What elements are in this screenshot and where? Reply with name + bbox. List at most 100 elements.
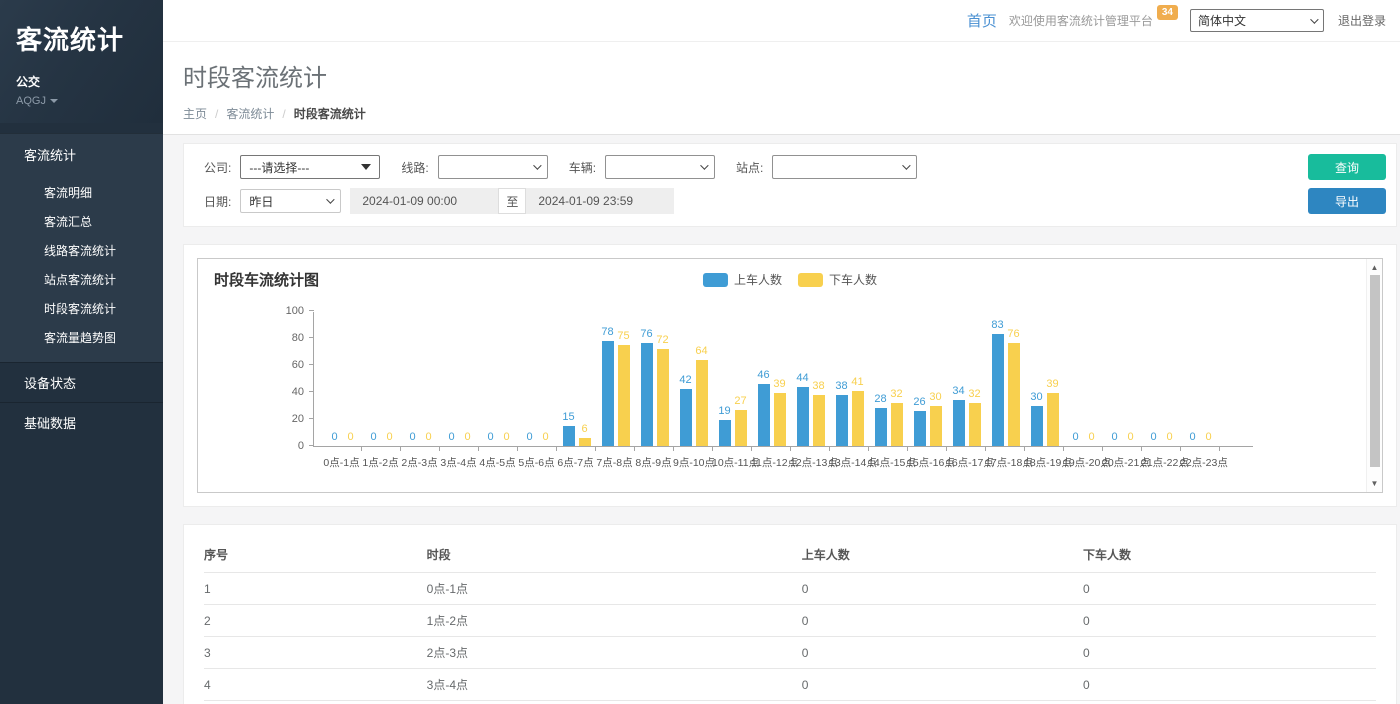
bar-group-7点-8点: 7875 xyxy=(596,312,635,446)
bar-value-label: 0 xyxy=(1205,431,1211,443)
bar-group-19点-20点: 00 xyxy=(1064,312,1103,446)
bar-group-9点-10点: 4264 xyxy=(674,312,713,446)
company-select[interactable]: ---请选择--- xyxy=(240,155,380,179)
chart-x-axis: 0点-1点1点-2点2点-3点3点-4点4点-5点5点-6点6点-7点7点-8点… xyxy=(313,448,1253,470)
scrollbar-thumb[interactable] xyxy=(1370,275,1380,467)
bar-value-label: 0 xyxy=(331,431,337,443)
bar-group-15点-16点: 2630 xyxy=(908,312,947,446)
sidebar-subitem-线路客流统计[interactable]: 线路客流统计 xyxy=(0,236,163,265)
logout-link[interactable]: 退出登录 xyxy=(1338,12,1386,29)
table-cell: 2点-3点 xyxy=(427,637,802,669)
y-axis-tick-label: 0 xyxy=(272,440,304,452)
bar-下车人数: 32 xyxy=(891,403,903,446)
bar-value-label: 41 xyxy=(851,376,863,388)
y-axis-tick-mark xyxy=(309,391,314,392)
breadcrumb-separator: / xyxy=(215,107,218,121)
bar-value-label: 78 xyxy=(601,326,613,338)
bar-group-13点-14点: 3841 xyxy=(830,312,869,446)
language-select[interactable]: 简体中文 xyxy=(1190,9,1324,32)
sidebar-item-基础数据[interactable]: 基础数据 xyxy=(0,402,163,442)
y-axis-tick-label: 100 xyxy=(272,305,304,317)
table-cell: 0 xyxy=(1083,701,1376,704)
bar-value-label: 15 xyxy=(562,411,574,423)
chart-scrollbar: ▲ ▼ xyxy=(1366,259,1382,492)
legend-item-下车人数[interactable]: 下车人数 xyxy=(798,271,877,288)
station-select[interactable] xyxy=(772,155,917,179)
chart-bars: 0000000000001567875767242641927463944383… xyxy=(314,312,1253,446)
x-axis-label: 8点-9点 xyxy=(634,455,673,470)
sidebar-subitem-站点客流统计[interactable]: 站点客流统计 xyxy=(0,265,163,294)
y-axis-tick-mark xyxy=(309,445,314,446)
bar-上车人数: 34 xyxy=(953,400,965,446)
bar-group-14点-15点: 2832 xyxy=(869,312,908,446)
bar-group-11点-12点: 4639 xyxy=(752,312,791,446)
bar-value-label: 0 xyxy=(503,431,509,443)
table-cell: 2 xyxy=(204,605,427,637)
x-axis-label: 4点-5点 xyxy=(478,455,517,470)
date-from-input[interactable]: 2024-01-09 00:00 xyxy=(350,188,498,214)
bar-group-5点-6点: 00 xyxy=(518,312,557,446)
table-cell: 0 xyxy=(1083,605,1376,637)
sidebar-item-设备状态[interactable]: 设备状态 xyxy=(0,362,163,402)
scroll-down-arrow[interactable]: ▼ xyxy=(1367,476,1382,490)
bar-value-label: 39 xyxy=(1046,378,1058,390)
filter-panel: 公司: ---请选择--- 线路: 车辆: 站点: xyxy=(183,143,1397,227)
date-to-separator: 至 xyxy=(498,188,526,214)
chevron-down-icon xyxy=(903,161,911,169)
x-axis-label: 3点-4点 xyxy=(439,455,478,470)
bar-value-label: 76 xyxy=(1007,328,1019,340)
x-axis-label: 7点-8点 xyxy=(595,455,634,470)
x-axis-label: 18点-19点 xyxy=(1024,455,1063,470)
filter-row-2: 日期: 昨日 2024-01-09 00:00 至 2024-01-09 23:… xyxy=(204,188,1296,214)
vehicle-select[interactable] xyxy=(605,155,715,179)
data-table: 序号 时段 上车人数 下车人数 10点-1点0021点-2点0032点-3点00… xyxy=(204,537,1376,704)
date-preset-select[interactable]: 昨日 xyxy=(240,189,341,213)
legend-label: 上车人数 xyxy=(734,271,782,288)
notification-badge[interactable]: 34 xyxy=(1157,5,1178,20)
y-axis-tick-mark xyxy=(309,337,314,338)
bar-下车人数: 32 xyxy=(969,403,981,446)
x-axis-label: 6点-7点 xyxy=(556,455,595,470)
date-to-input[interactable]: 2024-01-09 23:59 xyxy=(526,188,674,214)
scroll-up-arrow[interactable]: ▲ xyxy=(1367,260,1382,274)
table-cell: 0 xyxy=(1083,637,1376,669)
sidebar-subitem-客流明细[interactable]: 客流明细 xyxy=(0,178,163,207)
user-dropdown[interactable]: AQGJ xyxy=(16,95,163,107)
breadcrumb-section[interactable]: 客流统计 xyxy=(226,105,274,122)
bar-value-label: 0 xyxy=(542,431,548,443)
x-axis-label: 1点-2点 xyxy=(361,455,400,470)
line-select[interactable] xyxy=(438,155,548,179)
bar-value-label: 0 xyxy=(1127,431,1133,443)
chevron-down-icon xyxy=(533,161,541,169)
x-axis-label: 20点-21点 xyxy=(1102,455,1141,470)
breadcrumb-home[interactable]: 主页 xyxy=(183,105,207,122)
sidebar-subitem-客流量趋势图[interactable]: 客流量趋势图 xyxy=(0,323,163,352)
table-cell: 4 xyxy=(204,669,427,701)
y-axis-tick-mark xyxy=(309,364,314,365)
sidebar-subitem-客流汇总[interactable]: 客流汇总 xyxy=(0,207,163,236)
home-link[interactable]: 首页 xyxy=(967,10,997,31)
bar-下车人数: 6 xyxy=(579,438,591,446)
sidebar-subitem-时段客流统计[interactable]: 时段客流统计 xyxy=(0,294,163,323)
col-header-index: 序号 xyxy=(204,537,427,573)
bar-group-17点-18点: 8376 xyxy=(986,312,1025,446)
col-header-boarding: 上车人数 xyxy=(802,537,1083,573)
bar-下车人数: 39 xyxy=(1047,393,1059,446)
col-header-alighting: 下车人数 xyxy=(1083,537,1376,573)
company-label: 公司: xyxy=(204,159,231,176)
table-row: 43点-4点00 xyxy=(204,669,1376,701)
legend-item-上车人数[interactable]: 上车人数 xyxy=(703,271,782,288)
bar-group-12点-13点: 4438 xyxy=(791,312,830,446)
dropdown-arrow-icon xyxy=(361,164,371,170)
bar-value-label: 0 xyxy=(1111,431,1117,443)
query-button[interactable]: 查询 xyxy=(1308,154,1386,180)
bar-下车人数: 41 xyxy=(852,391,864,446)
export-button[interactable]: 导出 xyxy=(1308,188,1386,214)
bar-value-label: 0 xyxy=(409,431,415,443)
nav-submenu: 客流明细客流汇总线路客流统计站点客流统计时段客流统计客流量趋势图 xyxy=(0,175,163,362)
bar-value-label: 27 xyxy=(734,395,746,407)
sidebar-item-客流统计[interactable]: 客流统计 xyxy=(0,134,163,175)
table-row: 32点-3点00 xyxy=(204,637,1376,669)
legend-swatch xyxy=(703,273,728,287)
table-cell: 3点-4点 xyxy=(427,669,802,701)
